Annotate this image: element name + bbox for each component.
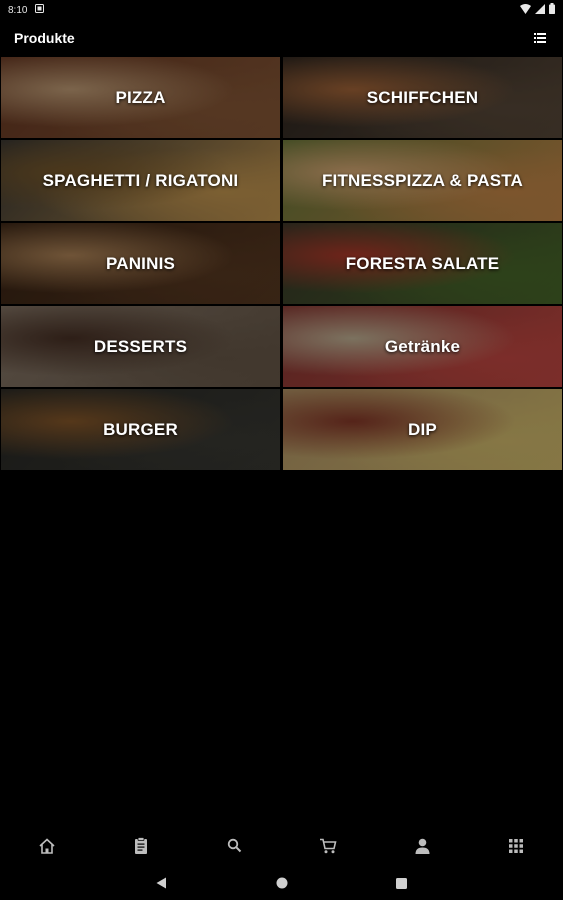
home-circle-icon xyxy=(276,876,288,894)
category-tile-paninis[interactable]: PANINIS xyxy=(1,223,280,304)
bottom-nav xyxy=(0,830,563,866)
orders-icon xyxy=(134,836,148,860)
category-label: DIP xyxy=(408,419,437,439)
category-tile-burger[interactable]: BURGER xyxy=(1,389,280,470)
notification-icon xyxy=(35,4,45,16)
account-icon xyxy=(415,838,430,859)
battery-icon xyxy=(549,3,555,17)
recents-button[interactable] xyxy=(392,875,412,895)
home-icon xyxy=(38,837,56,859)
category-tile-schiffchen[interactable]: SCHIFFCHEN xyxy=(283,57,562,138)
category-tile-foresta-salate[interactable]: FORESTA SALATE xyxy=(283,223,562,304)
category-grid: PIZZA SCHIFFCHEN SPAGHETTI / RIGATONI FI… xyxy=(1,57,562,470)
cart-icon xyxy=(319,838,337,859)
category-label: BURGER xyxy=(103,419,178,439)
category-label: FORESTA SALATE xyxy=(345,253,500,273)
category-tile-desserts[interactable]: DESSERTS xyxy=(1,306,280,387)
status-bar: 8:10 xyxy=(0,0,563,20)
category-tile-spaghetti-rigatoni[interactable]: SPAGHETTI / RIGATONI xyxy=(1,140,280,221)
back-button[interactable] xyxy=(152,875,172,895)
app-bar: Produkte xyxy=(0,24,563,52)
category-label: FITNESSPIZZA & PASTA xyxy=(321,170,524,190)
nav-more[interactable] xyxy=(496,831,536,865)
category-tile-fitnesspizza-pasta[interactable]: FITNESSPIZZA & PASTA xyxy=(283,140,562,221)
category-tile-dip[interactable]: DIP xyxy=(283,389,562,470)
signal-icon xyxy=(535,3,545,17)
nav-cart[interactable] xyxy=(308,831,348,865)
category-tile-getraenke[interactable]: Getränke xyxy=(283,306,562,387)
nav-account[interactable] xyxy=(402,831,442,865)
category-label: PIZZA xyxy=(115,87,166,107)
category-label: SCHIFFCHEN xyxy=(366,87,479,107)
nav-orders[interactable] xyxy=(121,831,161,865)
home-button[interactable] xyxy=(272,875,292,895)
recents-square-icon xyxy=(396,876,407,894)
category-tile-pizza[interactable]: PIZZA xyxy=(1,57,280,138)
category-label: DESSERTS xyxy=(93,336,188,356)
category-label: PANINIS xyxy=(105,253,176,273)
page-title: Produkte xyxy=(14,30,75,46)
wifi-icon xyxy=(520,3,531,17)
search-icon xyxy=(227,838,242,858)
status-time: 8:10 xyxy=(8,4,28,16)
list-view-icon[interactable] xyxy=(531,29,549,47)
category-label: SPAGHETTI / RIGATONI xyxy=(42,170,239,190)
category-label: Getränke xyxy=(384,336,461,356)
back-triangle-icon xyxy=(156,876,167,894)
nav-search[interactable] xyxy=(215,831,255,865)
apps-grid-icon xyxy=(509,838,524,858)
system-navigation-bar xyxy=(0,870,563,900)
nav-home[interactable] xyxy=(27,831,67,865)
